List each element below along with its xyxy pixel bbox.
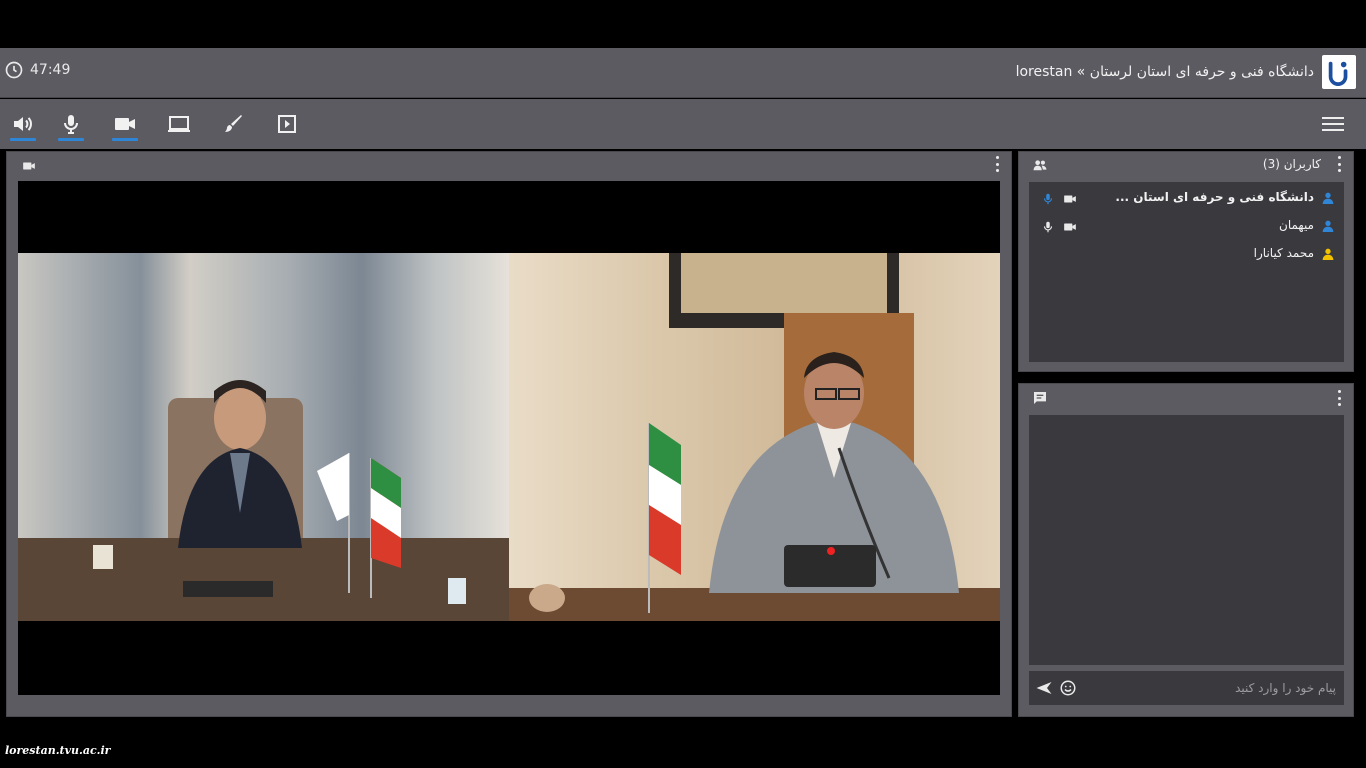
users-icon (1033, 160, 1047, 171)
users-panel-title: کاربران (3) (1262, 157, 1321, 171)
chat-panel-more-icon[interactable] (1337, 390, 1341, 406)
user-icon (1322, 220, 1334, 232)
user-list: دانشگاه فنی و حرفه ای استان ... میهمان م… (1029, 182, 1344, 362)
video-stream (18, 181, 1000, 695)
video-panel-more-icon[interactable] (995, 156, 999, 172)
camera-icon (1064, 195, 1076, 203)
screen-share-icon (168, 116, 190, 132)
video-panel-header (7, 152, 1011, 180)
chat-messages (1029, 415, 1344, 665)
user-row[interactable]: میهمان (1029, 214, 1344, 240)
chat-panel (1018, 383, 1354, 717)
camera-active-indicator (112, 138, 138, 141)
room-title: دانشگاه فنی و حرفه ای استان لرستان » lor… (1016, 55, 1356, 89)
video-feed-left (18, 253, 509, 621)
university-logo (1322, 55, 1356, 89)
header-bar: 47:49 دانشگاه فنی و حرفه ای استان لرستان… (0, 48, 1366, 98)
user-name: محمد کیانارا (1253, 246, 1314, 260)
video-panel (6, 151, 1012, 717)
camera-icon (23, 162, 35, 170)
user-name: میهمان (1279, 218, 1314, 232)
user-row[interactable]: دانشگاه فنی و حرفه ای استان ... (1029, 186, 1344, 212)
left-room-scene (18, 380, 509, 621)
room-title-text: دانشگاه فنی و حرفه ای استان لرستان » lor… (1015, 64, 1314, 80)
user-name: دانشگاه فنی و حرفه ای استان ... (1115, 190, 1314, 204)
top-letterbox (0, 0, 1366, 48)
send-icon[interactable] (1035, 679, 1053, 697)
brush-icon (225, 115, 242, 132)
camera-icon (1064, 223, 1076, 231)
session-timer: 47:49 (4, 60, 70, 80)
presentation-icon (278, 115, 296, 133)
toolbar (0, 99, 1366, 149)
users-panel-more-icon[interactable] (1337, 156, 1341, 172)
logo-icon (1328, 61, 1348, 86)
users-panel: کاربران (3) دانشگاه فنی و حرفه ای استان … (1018, 151, 1354, 372)
mic-button[interactable] (56, 109, 86, 141)
mic-icon (64, 115, 78, 134)
screen-share-button[interactable] (164, 109, 194, 139)
mic-active-indicator (58, 138, 84, 141)
user-icon (1322, 192, 1334, 204)
camera-button[interactable] (110, 109, 140, 141)
chat-icon (1034, 392, 1046, 404)
user-icon (1322, 248, 1334, 260)
speaker-active-indicator (10, 138, 36, 141)
video-feed-right (509, 253, 1000, 621)
mic-active-icon (1043, 193, 1053, 205)
bottom-letterbox: lorestan.tvu.ac.ir (0, 718, 1366, 768)
camera-icon (115, 118, 135, 130)
whiteboard-button[interactable] (218, 109, 248, 139)
user-row[interactable]: محمد کیانارا (1029, 242, 1344, 268)
emoji-icon[interactable] (1059, 679, 1077, 697)
chat-input-bar (1029, 671, 1344, 705)
watermark: lorestan.tvu.ac.ir (5, 744, 111, 757)
speaker-icon (14, 117, 32, 131)
timer-text: 47:49 (30, 62, 71, 78)
speaker-button[interactable] (8, 109, 38, 141)
mic-icon (1043, 221, 1053, 233)
right-room-scene (509, 253, 1000, 621)
hamburger-menu-icon[interactable] (1322, 113, 1344, 133)
chat-input[interactable] (1096, 677, 1336, 699)
clock-icon (5, 61, 23, 79)
presentation-button[interactable] (272, 109, 302, 139)
